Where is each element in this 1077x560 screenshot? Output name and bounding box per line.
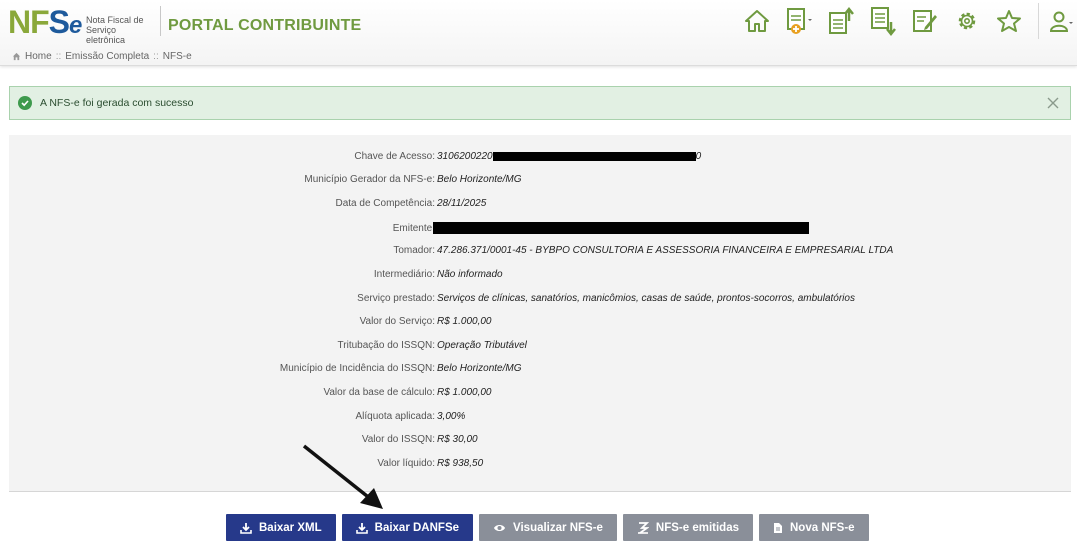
baixar-danfse-label: Baixar DANFSe	[374, 521, 460, 534]
eye-icon	[494, 524, 506, 531]
visualizar-nfse-label: Visualizar NFS-e	[513, 521, 603, 534]
nfse-emitidas-label: NFS-e emitidas	[655, 521, 739, 534]
download-icon	[355, 522, 368, 534]
action-buttons: Baixar XML Baixar DANFSe Visualizar NFS-…	[226, 514, 869, 541]
document-icon	[774, 522, 782, 533]
nova-nfse-label: Nova NFS-e	[790, 521, 855, 534]
download-icon	[240, 522, 252, 534]
nfse-emitidas-button[interactable]: NFS-e emitidas	[622, 514, 753, 541]
list-download-icon	[637, 521, 649, 534]
baixar-danfse-button[interactable]: Baixar DANFSe	[341, 514, 474, 541]
visualizar-nfse-button[interactable]: Visualizar NFS-e	[479, 514, 617, 541]
nova-nfse-button[interactable]: Nova NFS-e	[759, 514, 869, 541]
baixar-xml-label: Baixar XML	[259, 521, 322, 534]
baixar-xml-button[interactable]: Baixar XML	[226, 514, 336, 541]
annotation-arrow	[302, 444, 383, 509]
